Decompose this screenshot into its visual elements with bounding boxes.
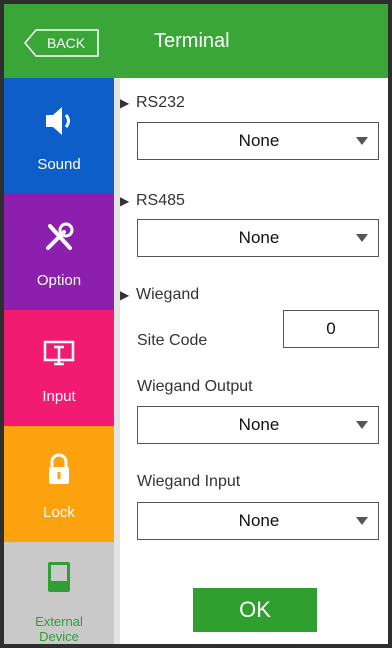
caret-down-icon	[356, 421, 368, 429]
sidebar-item-label: Option	[36, 272, 82, 289]
input-panel-icon	[4, 336, 114, 370]
sidebar-item-sound[interactable]: Sound	[4, 78, 114, 194]
back-button[interactable]: BACK	[24, 29, 100, 57]
wiegand-input-select[interactable]: None	[137, 502, 379, 540]
rs485-select[interactable]: None	[137, 219, 379, 257]
site-code-label: Site Code	[137, 332, 208, 349]
wiegand-heading: ▶ Wiegand	[120, 286, 199, 304]
sidebar-item-lock[interactable]: Lock	[4, 426, 114, 542]
sidebar-item-input[interactable]: Input	[4, 310, 114, 426]
sidebar-item-label-line1: External	[35, 614, 83, 629]
caret-down-icon	[356, 137, 368, 145]
rs232-select-value: None	[238, 131, 280, 150]
sidebar-item-label-line2: Device	[39, 629, 79, 644]
site-code-input[interactable]: 0	[283, 310, 379, 348]
wiegand-input-label: Wiegand Input	[137, 473, 241, 490]
terminal-settings-screen: BACK Terminal Sound Option Input Lock Ex…	[4, 4, 388, 644]
caret-down-icon	[356, 234, 368, 242]
main-panel: ▶ RS232 None ▶ RS485 None ▶ Wiegand Site Co…	[120, 78, 388, 644]
external-device-icon	[4, 560, 114, 594]
lock-icon	[4, 452, 114, 486]
sidebar-item-external-device[interactable]: External Device	[4, 542, 114, 644]
sidebar-item-label: External Device	[4, 614, 114, 644]
tools-icon	[4, 220, 114, 254]
sidebar-item-label: Lock	[43, 504, 75, 521]
wiegand-output-value: None	[238, 415, 280, 434]
rs232-select[interactable]: None	[137, 122, 379, 160]
sidebar-item-option[interactable]: Option	[4, 194, 114, 310]
rs485-heading-text: RS485	[136, 192, 185, 209]
sidebar-item-label: Sound	[37, 156, 81, 173]
rs232-heading-text: RS232	[136, 94, 185, 111]
triangle-right-icon: ▶	[120, 194, 130, 208]
back-label: BACK	[46, 35, 86, 51]
ok-button[interactable]: OK	[193, 588, 317, 632]
sidebar-item-label: Input	[42, 388, 76, 405]
sidebar: Sound Option Input Lock External Device	[4, 78, 114, 644]
speaker-icon	[4, 104, 114, 138]
header-bar: BACK Terminal	[4, 4, 388, 78]
triangle-right-icon: ▶	[120, 96, 130, 110]
rs485-select-value: None	[238, 228, 280, 247]
wiegand-input-value: None	[238, 511, 280, 530]
page-title: Terminal	[154, 30, 230, 52]
wiegand-heading-text: Wiegand	[136, 286, 200, 303]
rs232-heading: ▶ RS232	[120, 94, 185, 112]
triangle-right-icon: ▶	[120, 288, 130, 302]
wiegand-output-select[interactable]: None	[137, 406, 379, 444]
caret-down-icon	[356, 517, 368, 525]
rs485-heading: ▶ RS485	[120, 192, 185, 210]
wiegand-output-label: Wiegand Output	[137, 378, 253, 395]
